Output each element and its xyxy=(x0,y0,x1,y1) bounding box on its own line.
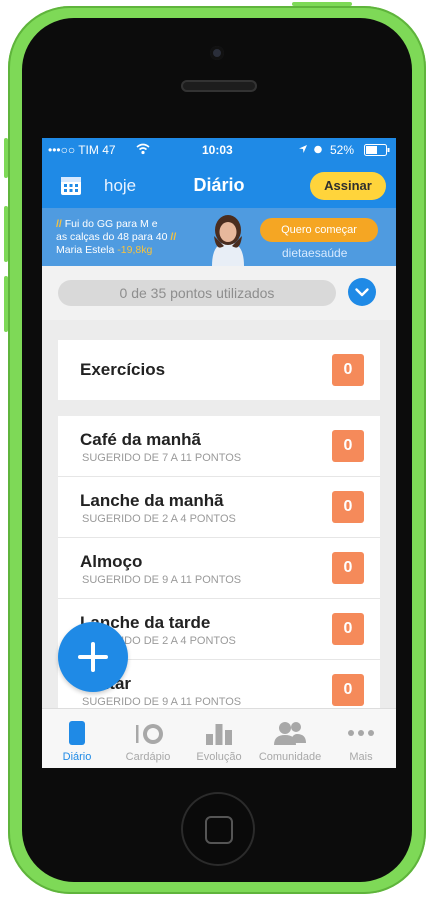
meal-label: Almoço xyxy=(80,552,143,571)
testimonial-quote: // Fui do GG para M e as calças do 48 pa… xyxy=(56,218,177,256)
tab-bar: Diário Cardápio Evolução Comunidade Mais xyxy=(42,708,396,768)
meal-row-lunch[interactable]: Almoço SUGERIDO DE 9 A 11 PONTOS 0 xyxy=(58,538,380,599)
journal-icon xyxy=(69,721,85,745)
carrier-label: •••○○ TIM 47 xyxy=(48,143,116,157)
meal-suggestion: SUGERIDO DE 9 A 11 PONTOS xyxy=(82,696,242,708)
home-button[interactable] xyxy=(181,792,255,866)
clock: 10:03 xyxy=(202,143,233,157)
plus-icon xyxy=(78,642,108,672)
meal-points-badge: 0 xyxy=(332,552,364,584)
tab-diario[interactable]: Diário xyxy=(42,709,112,768)
meal-label: Café da manhã xyxy=(80,430,201,449)
meal-suggestion: SUGERIDO DE 2 A 4 PONTOS xyxy=(82,513,236,525)
meal-suggestion: SUGERIDO DE 7 A 11 PONTOS xyxy=(82,452,242,464)
exercise-points-badge: 0 xyxy=(332,354,364,386)
testimonial-person: Maria Estela xyxy=(56,244,115,256)
bar-chart-icon xyxy=(206,724,232,745)
wifi-icon xyxy=(136,143,150,155)
quote-line-1: Fui do GG para M e xyxy=(64,218,158,230)
points-summary: 0 de 35 pontos utilizados xyxy=(42,266,396,320)
camera xyxy=(210,46,224,60)
meal-row-breakfast[interactable]: Café da manhã SUGERIDO DE 7 A 11 PONTOS … xyxy=(58,416,380,477)
add-entry-button[interactable] xyxy=(58,622,128,692)
tab-label: Cardápio xyxy=(125,751,171,763)
tab-label: Diário xyxy=(62,751,92,763)
side-button xyxy=(4,138,8,178)
tab-cardapio[interactable]: Cardápio xyxy=(113,709,183,768)
exercise-card[interactable]: Exercícios 0 xyxy=(58,340,380,400)
subscribe-button[interactable]: Assinar xyxy=(310,172,386,200)
points-used-pill: 0 de 35 pontos utilizados xyxy=(58,280,336,306)
tab-label: Mais xyxy=(349,751,373,763)
people-icon xyxy=(274,722,306,745)
meal-points-badge: 0 xyxy=(332,430,364,462)
promo-banner[interactable]: // Fui do GG para M e as calças do 48 pa… xyxy=(42,208,396,266)
quote-line-2: as calças do 48 para 40 xyxy=(56,231,168,243)
testimonial-weight: -19,8kg xyxy=(117,244,153,256)
alarm-icon xyxy=(314,145,322,154)
tab-evolucao[interactable]: Evolução xyxy=(184,709,254,768)
plate-icon xyxy=(136,724,163,744)
testimonial-photo xyxy=(212,215,244,266)
tab-label: Comunidade xyxy=(258,751,322,763)
side-button xyxy=(4,206,8,262)
side-button xyxy=(4,276,8,332)
meal-suggestion: SUGERIDO DE 9 A 11 PONTOS xyxy=(82,574,242,586)
app-screen: •••○○ TIM 47 10:03 52% hoje Diário Assin… xyxy=(42,138,396,768)
meal-row-morning-snack[interactable]: Lanche da manhã SUGERIDO DE 2 A 4 PONTOS… xyxy=(58,477,380,538)
speaker xyxy=(181,80,257,92)
power-button xyxy=(292,2,352,6)
tab-mais[interactable]: Mais xyxy=(326,709,396,768)
meal-label: Lanche da manhã xyxy=(80,491,224,510)
brand-logo: dietaesaúde xyxy=(282,246,348,260)
start-now-button[interactable]: Quero começar xyxy=(260,218,378,242)
tab-label: Evolução xyxy=(196,751,242,763)
meal-points-badge: 0 xyxy=(332,613,364,645)
meal-points-badge: 0 xyxy=(332,491,364,523)
nav-bar: hoje Diário Assinar xyxy=(42,162,396,208)
battery-percent: 52% xyxy=(330,143,355,157)
battery-icon xyxy=(364,144,390,156)
meal-points-badge: 0 xyxy=(332,674,364,706)
location-icon xyxy=(299,145,307,153)
chevron-down-icon xyxy=(355,288,369,297)
expand-points-button[interactable] xyxy=(348,278,376,306)
exercise-label: Exercícios xyxy=(80,360,166,379)
more-icon xyxy=(348,730,374,736)
status-bar: •••○○ TIM 47 10:03 52% xyxy=(42,138,396,162)
tab-comunidade[interactable]: Comunidade xyxy=(255,709,325,768)
